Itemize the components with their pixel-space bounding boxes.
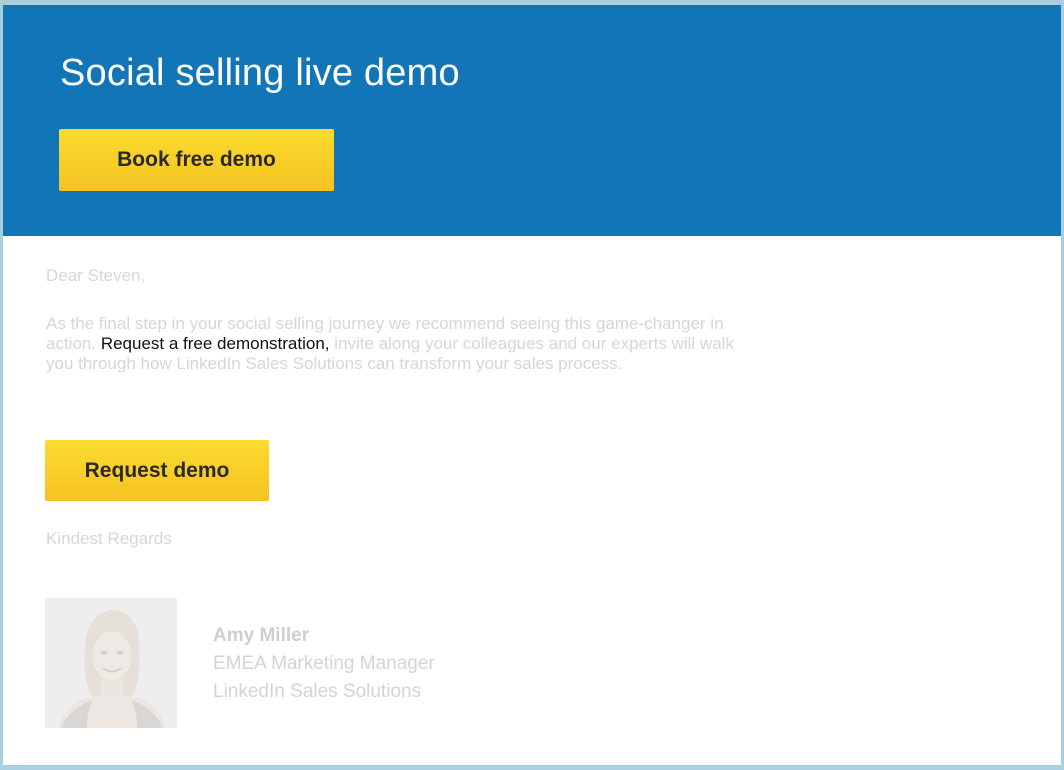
email-header-banner: Social selling live demo Book free demo bbox=[3, 5, 1061, 236]
body-paragraph: As the final step in your social selling… bbox=[46, 314, 926, 374]
request-demo-button[interactable]: Request demo bbox=[45, 440, 269, 501]
paragraph-line-3: you through how LinkedIn Sales Solutions… bbox=[46, 354, 623, 373]
email-title: Social selling live demo bbox=[60, 52, 460, 94]
paragraph-line-2: action. Request a free demonstration, in… bbox=[46, 334, 926, 354]
portrait-image bbox=[45, 598, 177, 728]
request-demonstration-link[interactable]: Request a free demonstration, bbox=[101, 334, 330, 353]
avatar bbox=[45, 598, 177, 728]
signature-title: EMEA Marketing Manager bbox=[213, 653, 435, 674]
email-signature: Amy Miller EMEA Marketing Manager Linked… bbox=[213, 622, 435, 706]
email-frame: Social selling live demo Book free demo … bbox=[3, 5, 1061, 765]
paragraph-line-2-suffix: invite along your colleagues and our exp… bbox=[329, 334, 734, 353]
book-free-demo-button[interactable]: Book free demo bbox=[59, 129, 334, 191]
signature-company: LinkedIn Sales Solutions bbox=[213, 681, 422, 702]
greeting-text: Dear Steven, bbox=[46, 266, 146, 285]
regards-text: Kindest Regards bbox=[46, 529, 172, 548]
paragraph-line-2-prefix: action. bbox=[46, 334, 101, 353]
signature-name: Amy Miller bbox=[213, 625, 310, 646]
paragraph-line-1: As the final step in your social selling… bbox=[46, 314, 724, 333]
